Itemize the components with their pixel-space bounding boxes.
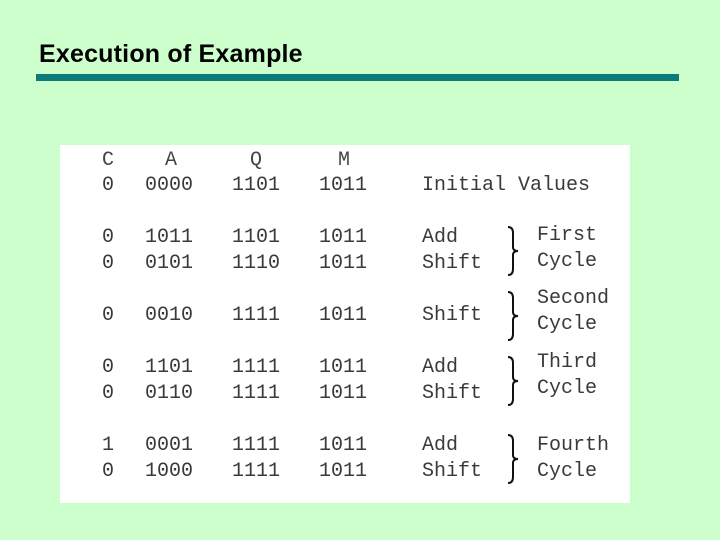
brace-icon	[505, 433, 521, 485]
cell-m: 1011	[319, 252, 368, 275]
brace-icon	[505, 290, 521, 342]
cycle-label-line2: Cycle	[537, 250, 598, 273]
cell-c: 0	[102, 304, 115, 327]
cell-q: 1110	[232, 252, 281, 275]
operation-label: Shift	[422, 252, 483, 275]
cell-c: 1	[102, 434, 115, 457]
cell-c: 0	[102, 252, 115, 275]
cell-q: 1111	[232, 434, 281, 457]
operation-label: Initial Values	[422, 174, 591, 197]
brace-icon	[505, 225, 521, 277]
cycle-label-line2: Cycle	[537, 460, 598, 483]
cell-q: 1101	[232, 174, 281, 197]
cell-a: 0110	[145, 382, 194, 405]
cell-q: 1111	[232, 460, 281, 483]
cell-a: 0000	[145, 174, 194, 197]
column-header-q: Q	[250, 149, 263, 172]
cell-m: 1011	[319, 434, 368, 457]
cell-a: 1011	[145, 226, 194, 249]
operation-label: Add	[422, 356, 459, 379]
cycle-label-line2: Cycle	[537, 377, 598, 400]
cycle-label-line2: Cycle	[537, 313, 598, 336]
cell-c: 0	[102, 382, 115, 405]
cell-a: 1101	[145, 356, 194, 379]
cell-a: 0010	[145, 304, 194, 327]
cell-m: 1011	[319, 382, 368, 405]
cell-q: 1111	[232, 356, 281, 379]
column-header-m: M	[338, 149, 351, 172]
cycle-label-line1: First	[537, 224, 598, 247]
operation-label: Shift	[422, 460, 483, 483]
cell-a: 0001	[145, 434, 194, 457]
column-header-a: A	[165, 149, 178, 172]
cell-c: 0	[102, 460, 115, 483]
cell-q: 1101	[232, 226, 281, 249]
cycle-label-line1: Fourth	[537, 434, 610, 457]
cell-c: 0	[102, 356, 115, 379]
cell-c: 0	[102, 174, 115, 197]
brace-icon	[505, 355, 521, 407]
cell-m: 1011	[319, 174, 368, 197]
operation-label: Shift	[422, 304, 483, 327]
slide-title: Execution of Example	[39, 40, 303, 68]
cell-a: 0101	[145, 252, 194, 275]
cell-a: 1000	[145, 460, 194, 483]
operation-label: Add	[422, 226, 459, 249]
operation-label: Shift	[422, 382, 483, 405]
cell-m: 1011	[319, 356, 368, 379]
cycle-label-line1: Second	[537, 287, 610, 310]
cell-c: 0	[102, 226, 115, 249]
cell-q: 1111	[232, 304, 281, 327]
cycle-label-line1: Third	[537, 351, 598, 374]
title-underline	[36, 74, 679, 81]
cell-m: 1011	[319, 226, 368, 249]
column-header-c: C	[102, 149, 115, 172]
cell-m: 1011	[319, 304, 368, 327]
cell-q: 1111	[232, 382, 281, 405]
cell-m: 1011	[319, 460, 368, 483]
operation-label: Add	[422, 434, 459, 457]
execution-table-panel: C A Q M 0 0000 1101 1011 Initial Values …	[60, 145, 630, 503]
